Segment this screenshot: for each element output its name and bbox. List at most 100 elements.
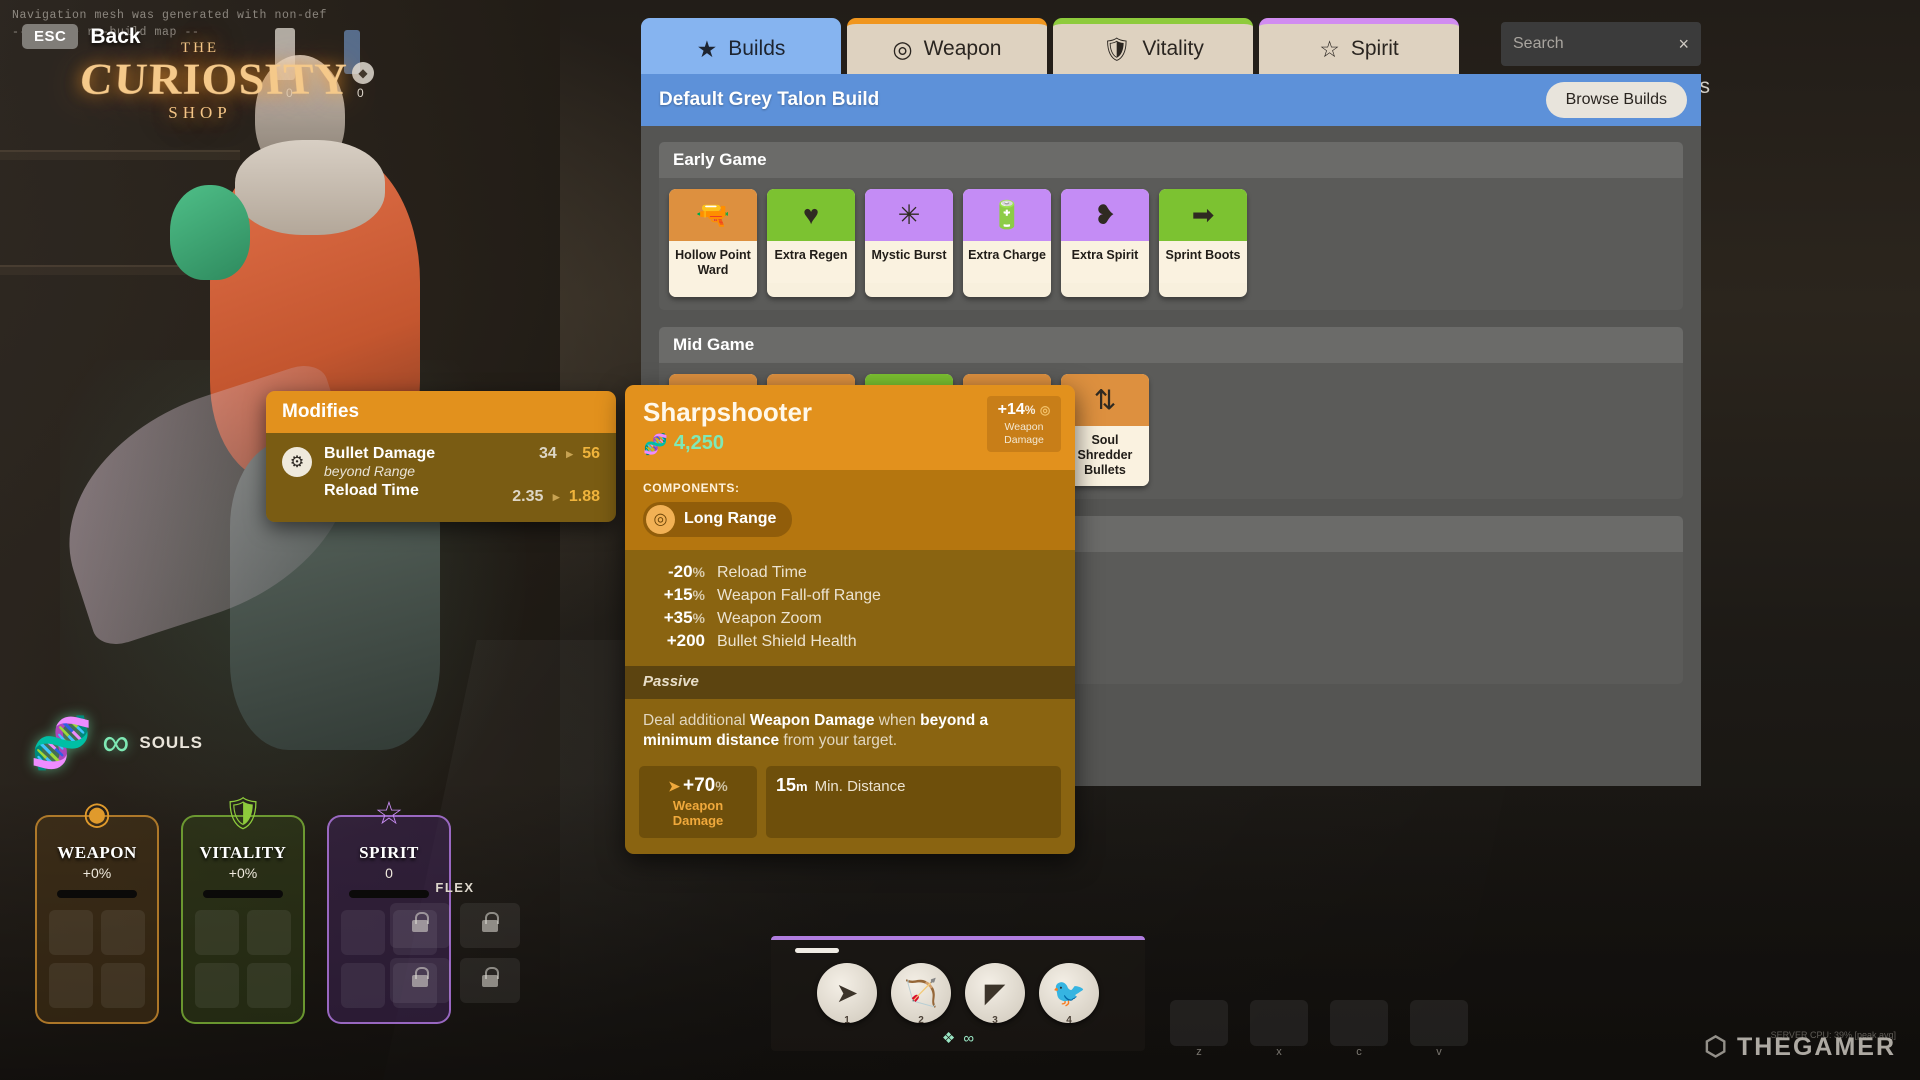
back-control[interactable]: ESC Back <box>22 24 141 49</box>
flex-slot[interactable] <box>460 958 520 1003</box>
lock-icon <box>412 975 428 987</box>
item-slot[interactable] <box>101 910 145 955</box>
diamond-icon: ❖ <box>942 1029 955 1047</box>
tab-label: Vitality <box>1142 37 1203 61</box>
ability-key: 1 <box>844 1015 850 1026</box>
item-name: Sprint Boots <box>1159 241 1247 283</box>
item-name: Extra Regen <box>767 241 855 283</box>
flex-slot[interactable] <box>390 903 450 948</box>
item-card-mystic-burst[interactable]: ✳ Mystic Burst <box>865 189 953 297</box>
item-slot[interactable] <box>195 963 239 1008</box>
locked-slot[interactable] <box>1170 1000 1228 1046</box>
locked-slot[interactable] <box>1330 1000 1388 1046</box>
tooltip-passive-header: Passive <box>625 666 1075 699</box>
modifies-old-value: 2.35 <box>512 488 543 505</box>
lock-icon <box>482 975 498 987</box>
item-slot[interactable] <box>247 963 291 1008</box>
component-chip-long-range[interactable]: ◎ Long Range <box>643 502 792 537</box>
watermark-name: THEGAMER <box>1737 1033 1896 1061</box>
item-icon: ❥ <box>1061 189 1149 241</box>
tab-vitality[interactable]: 🛡 Vitality <box>1053 18 1253 74</box>
tab-weapon[interactable]: ◎ Weapon <box>847 18 1047 74</box>
search-input[interactable]: Search <box>1513 35 1564 53</box>
item-card-extra-charge[interactable]: 🔋 Extra Charge <box>963 189 1051 297</box>
ability-4[interactable]: 🐦4 <box>1039 963 1099 1023</box>
stat-label: Weapon Fall-off Range <box>717 587 881 605</box>
section-items: 🔫 Hollow Point Ward ♥ Extra Regen ✳ Myst… <box>659 178 1683 310</box>
flex-slot[interactable] <box>460 903 520 948</box>
souls-counter: 🧬 ∞ SOULS <box>30 718 203 768</box>
stat-value: +200 <box>667 631 705 650</box>
browse-builds-button[interactable]: Browse Builds <box>1546 82 1687 118</box>
tab-builds[interactable]: ★ Builds <box>641 18 841 74</box>
target-icon: ◉ <box>83 797 111 829</box>
item-slot[interactable] <box>49 963 93 1008</box>
item-card-extra-spirit[interactable]: ❥ Extra Spirit <box>1061 189 1149 297</box>
tab-spirit[interactable]: ☆ Spirit <box>1259 18 1459 74</box>
item-name: Hollow Point Ward <box>669 241 757 297</box>
stat-value: +0% <box>191 865 295 881</box>
build-title: Default Grey Talon Build <box>659 89 879 111</box>
star-icon: ★ <box>697 38 718 61</box>
box-unit: % <box>715 778 727 794</box>
shield-icon: 🛡 <box>223 797 264 829</box>
tooltip-description: Deal additional Weapon Damage when beyon… <box>625 699 1075 762</box>
corner-value: +14 <box>998 401 1025 418</box>
modifies-new-value: 56 <box>582 445 600 462</box>
item-slot[interactable] <box>341 910 385 955</box>
ability-3[interactable]: ◤3 <box>965 963 1025 1023</box>
stat-label: Weapon Zoom <box>717 610 822 628</box>
tooltip-box-weapon-damage: ➤+70% Weapon Damage <box>639 766 757 838</box>
ability-key: 2 <box>918 1015 924 1026</box>
item-slot[interactable] <box>341 963 385 1008</box>
modifies-stat-sub: beyond Range <box>324 463 500 479</box>
stat-name: WEAPON <box>45 843 149 863</box>
box-value: 15 <box>776 775 796 795</box>
locked-key: c <box>1330 1046 1388 1058</box>
item-slot[interactable] <box>49 910 93 955</box>
item-slot[interactable] <box>247 910 291 955</box>
stat-value: +0% <box>45 865 149 881</box>
modifies-stat-name: Bullet Damage <box>324 445 500 463</box>
stat-value: 0 <box>337 865 441 881</box>
item-name: Mystic Burst <box>865 241 953 283</box>
search-box[interactable]: Search × <box>1501 22 1701 66</box>
modifies-tooltip: Modifies ⚙ Bullet Damage beyond Range Re… <box>266 391 616 522</box>
arrow-icon: ▸ <box>553 489 560 504</box>
modifies-value-row: 34 ▸ 56 <box>512 445 600 463</box>
tooltip-components: COMPONENTS: ◎ Long Range <box>625 470 1075 550</box>
locked-key: z <box>1170 1046 1228 1058</box>
item-icon: ➡ <box>1159 189 1247 241</box>
modifies-body: ⚙ Bullet Damage beyond Range Reload Time… <box>266 433 616 522</box>
close-icon[interactable]: × <box>1678 34 1689 55</box>
hud-count-left: 0 <box>286 86 293 100</box>
target-icon: ◎ <box>893 38 913 61</box>
souls-label: SOULS <box>139 733 203 753</box>
souls-icon: 🧬 <box>30 718 92 768</box>
modifies-old-value: 34 <box>539 445 557 462</box>
item-slot[interactable] <box>101 963 145 1008</box>
flex-slot[interactable] <box>390 958 450 1003</box>
stat-name: VITALITY <box>191 843 295 863</box>
ability-key: 3 <box>992 1015 998 1026</box>
ability-1[interactable]: ➤1 <box>817 963 877 1023</box>
arrow-icon: ▸ <box>566 446 573 461</box>
item-icon: 🔋 <box>963 189 1051 241</box>
locked-slot[interactable] <box>1410 1000 1468 1046</box>
locked-slot[interactable] <box>1250 1000 1308 1046</box>
ability-2[interactable]: 🏹2 <box>891 963 951 1023</box>
locked-slot-row <box>1170 1000 1468 1046</box>
box-label: Min. Distance <box>815 778 906 795</box>
stat-value: +15 <box>664 585 693 604</box>
item-card-hollow-point-ward[interactable]: 🔫 Hollow Point Ward <box>669 189 757 297</box>
stat-column-weapon[interactable]: ◉ WEAPON +0% <box>35 815 159 1024</box>
stat-column-vitality[interactable]: 🛡 VITALITY +0% <box>181 815 305 1024</box>
stat-label: Bullet Shield Health <box>717 633 857 651</box>
box-value: +70 <box>683 775 715 796</box>
ability-row: ➤1 🏹2 ◤3 🐦4 <box>771 953 1145 1027</box>
stat-value: +35 <box>664 608 693 627</box>
item-card-sprint-boots[interactable]: ➡ Sprint Boots <box>1159 189 1247 297</box>
lock-icon <box>482 920 498 932</box>
item-card-extra-regen[interactable]: ♥ Extra Regen <box>767 189 855 297</box>
item-slot[interactable] <box>195 910 239 955</box>
